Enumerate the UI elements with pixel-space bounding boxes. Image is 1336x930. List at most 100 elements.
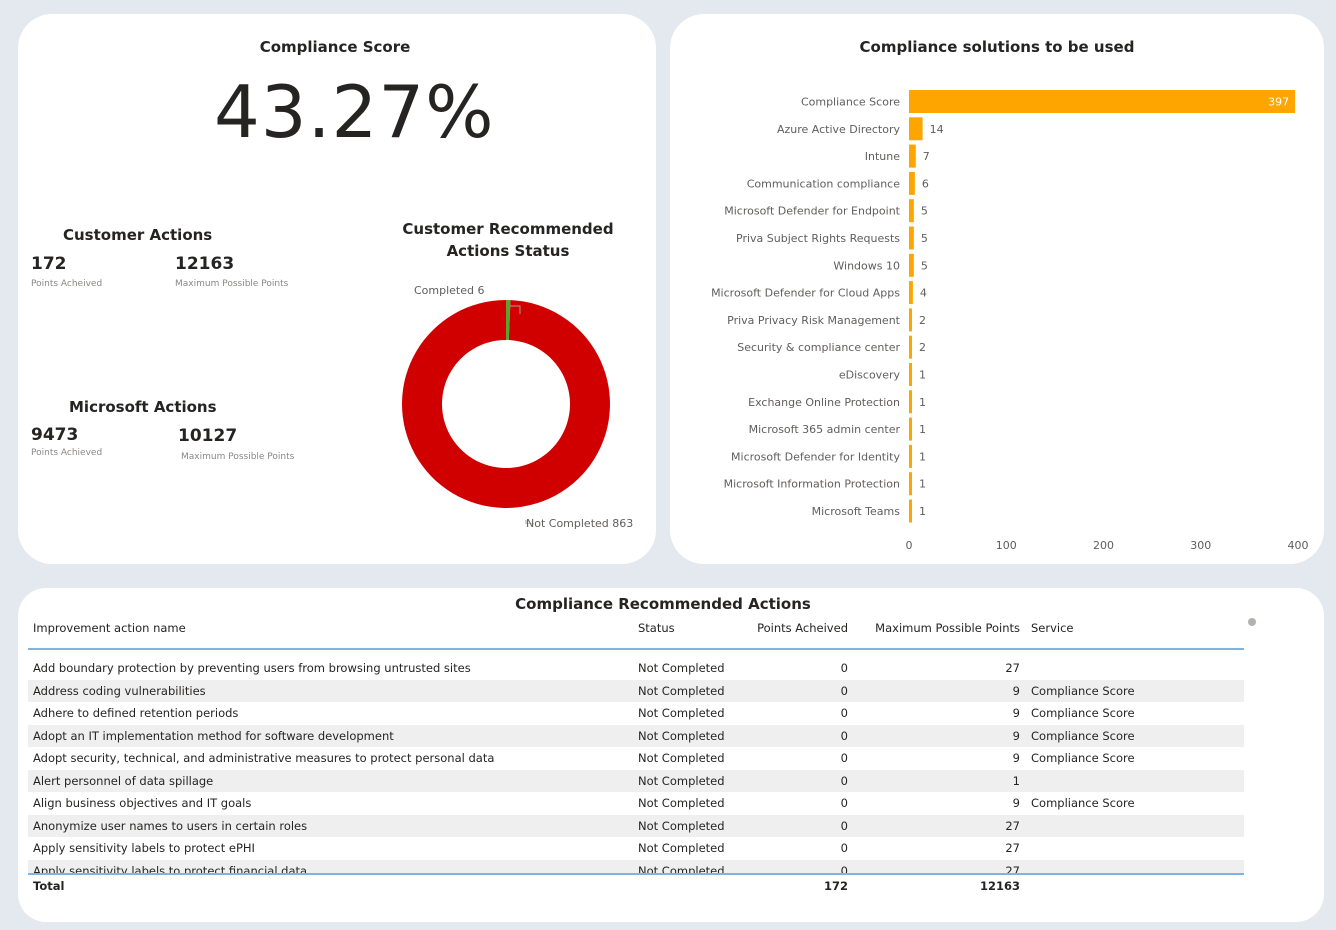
donut-slice-not-completed[interactable] [402,300,610,508]
bar[interactable] [909,281,913,305]
bar[interactable] [909,90,1296,113]
customer-actions-heading: Customer Actions [63,226,213,244]
cell-max-points: 27 [1005,818,1020,833]
cell-points-achieved: 0 [840,863,848,874]
bar[interactable] [909,472,912,496]
bar-value-label: 1 [919,369,926,382]
cell-points-achieved: 0 [840,796,848,810]
x-tick-label: 300 [1190,539,1211,552]
bar[interactable] [909,171,915,195]
table-scrollbar[interactable] [1248,618,1256,626]
bar[interactable] [909,308,912,332]
donut-completed-label: Completed 6 [414,284,485,297]
microsoft-points-achieved-label: Points Achieved [31,448,103,458]
bar-value-label: 2 [919,314,926,327]
header-max-points[interactable]: Maximum Possible Points [858,621,1020,635]
table-row[interactable]: Address coding vulnerabilities Not Comple… [28,679,1244,702]
bar[interactable] [909,253,914,277]
cell-service: Compliance Score [1031,683,1135,698]
customer-points-achieved-label: Points Acheived [31,279,103,289]
cell-max-points: 27 [1005,863,1020,874]
table-row[interactable]: Align business objectives and IT goals No… [28,792,1244,815]
table-row[interactable]: Apply sensitivity labels to protect ePHI… [28,837,1244,860]
cell-points-achieved: 0 [840,751,848,765]
bar-value-label: 1 [919,505,926,518]
table-row[interactable]: Anonymize user names to users in certain… [28,814,1244,837]
table-row[interactable]: Add boundary protection by preventing us… [28,657,1244,680]
table-row[interactable]: Alert personnel of data spillage Not Comp… [28,769,1244,792]
header-service[interactable]: Service [1031,621,1074,635]
bar[interactable] [909,390,912,414]
bar-value-label: 1 [919,423,926,436]
cell-service: Compliance Score [1031,796,1135,810]
header-points-achieved[interactable]: Points Acheived [728,621,848,635]
cell-status: Not Completed [638,863,725,874]
bar[interactable] [909,499,912,523]
table-row[interactable]: Adhere to defined retention periods Not C… [28,702,1244,725]
bar-category-label: Microsoft Teams [812,505,901,518]
cell-status: Not Completed [638,661,725,675]
x-tick-label: 100 [996,539,1017,552]
bar[interactable] [909,226,914,250]
x-tick-label: 200 [1093,539,1114,552]
x-tick-label: 400 [1288,539,1309,552]
bar[interactable] [909,444,912,468]
cell-action-name: Apply sensitivity labels to protect ePHI [33,841,255,855]
table-row[interactable]: Apply sensitivity labels to protect fina… [28,859,1244,874]
customer-max-points-label: Maximum Possible Points [175,279,289,289]
bar-category-label: Priva Privacy Risk Management [727,314,901,327]
table-row[interactable]: Adopt security, technical, and administr… [28,747,1244,770]
bar[interactable] [909,417,912,441]
actions-status-donut [402,300,610,524]
cell-points-achieved: 0 [840,841,848,855]
compliance-solutions-bar-chart: Compliance Score 397 Azure Active Director… [711,90,1309,552]
bar[interactable] [909,199,914,223]
bar[interactable] [909,144,916,168]
microsoft-actions-heading: Microsoft Actions [69,398,217,416]
cell-action-name: Adopt security, technical, and administr… [33,751,495,765]
table-header: Improvement action name Status Points Ac… [28,618,1244,650]
bar-category-label: Compliance Score [801,96,900,109]
bar-value-label: 1 [919,396,926,409]
microsoft-max-points-value: 10127 [178,426,238,446]
cell-action-name: Align business objectives and IT goals [33,796,252,810]
cell-max-points: 27 [1005,661,1020,675]
table-title: Compliance Recommended Actions [515,595,811,613]
bar-category-label: Intune [865,150,900,163]
bar[interactable] [909,335,912,359]
cell-status: Not Completed [638,751,725,765]
cell-service: Compliance Score [1031,728,1135,743]
bar-value-label: 5 [921,259,928,272]
cell-action-name: Adopt an IT implementation method for so… [33,728,394,743]
bar-category-label: Microsoft Defender for Identity [731,450,900,463]
total-max-points: 12163 [979,879,1020,893]
cell-action-name: Apply sensitivity labels to protect fina… [33,863,308,874]
bar-value-label: 6 [922,177,929,190]
cell-max-points: 9 [1012,683,1020,698]
bar-value-label: 5 [921,232,928,245]
cell-points-achieved: 0 [840,773,848,788]
bar[interactable] [909,363,912,386]
bar-value-label: 397 [1268,96,1289,109]
bar-category-label: Microsoft Defender for Endpoint [724,205,900,218]
bar-category-label: Exchange Online Protection [748,396,900,409]
compliance-solutions-card: Compliance solutions to be used Complian… [670,14,1324,564]
compliance-score-card: Compliance Score 43.27% Customer Actions… [18,14,656,564]
bar-value-label: 2 [919,341,926,354]
bar[interactable] [909,117,923,141]
cell-action-name: Add boundary protection by preventing us… [33,661,471,675]
cell-service: Compliance Score [1031,706,1135,720]
bar-category-label: eDiscovery [839,369,901,382]
table-row[interactable]: Adopt an IT implementation method for so… [28,724,1244,747]
cell-status: Not Completed [638,683,725,698]
bar-value-label: 1 [919,478,926,491]
header-action-name[interactable]: Improvement action name [33,621,186,635]
bar-category-label: Azure Active Directory [777,123,901,136]
donut-title-line1: Customer Recommended [402,220,614,238]
bar-category-label: Communication compliance [747,177,901,190]
header-status[interactable]: Status [638,621,675,635]
customer-points-achieved-value: 172 [31,254,67,274]
cell-status: Not Completed [638,818,725,833]
total-label: Total [33,879,65,893]
cell-status: Not Completed [638,728,725,743]
